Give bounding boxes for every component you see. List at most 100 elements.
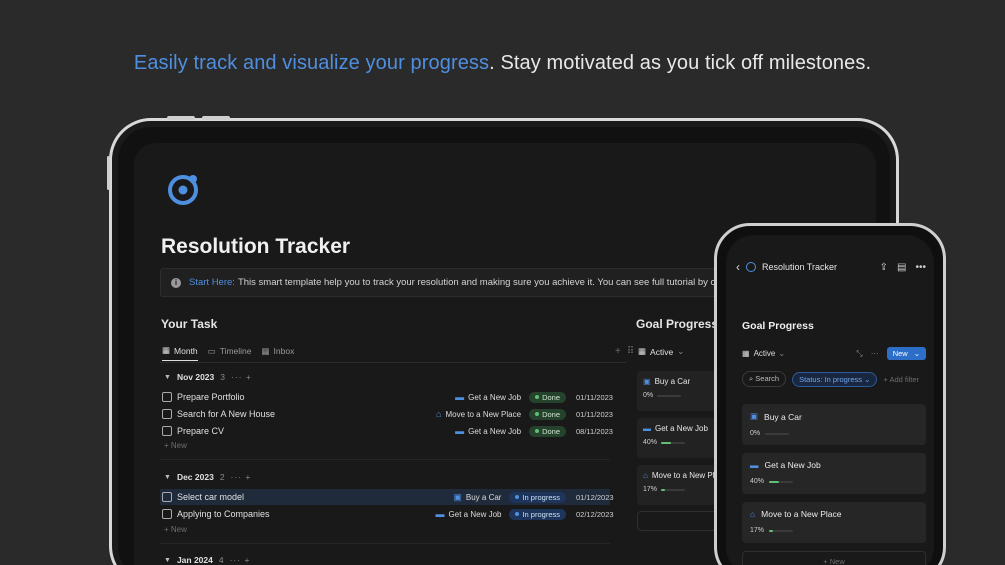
task-date: 02/12/2023 bbox=[576, 509, 614, 519]
goal-name: Get a New Job bbox=[468, 426, 522, 436]
progress-bar bbox=[765, 432, 790, 435]
tab-label: Timeline bbox=[219, 346, 252, 356]
goal-relation[interactable]: ▬ Get a New Job bbox=[436, 509, 502, 519]
tab-month[interactable]: ▦ Month bbox=[162, 345, 198, 361]
task-row[interactable]: Prepare CV ▬ Get a New Job Done 08/11/202… bbox=[160, 423, 613, 439]
phone-device: ‹ Resolution Tracker ⇪ ▤ ••• Goal Progre… bbox=[714, 223, 946, 565]
callout-text: This smart template help you to track yo… bbox=[237, 277, 766, 288]
house-icon: ⌂ bbox=[750, 509, 756, 519]
progress-bar bbox=[769, 529, 794, 532]
progress-bar bbox=[657, 394, 682, 397]
new-goal-button[interactable]: + New bbox=[742, 551, 926, 565]
more-icon[interactable]: ··· + bbox=[230, 555, 251, 565]
collapse-icon[interactable]: ▼ bbox=[164, 557, 171, 564]
headline-rest: . Stay motivated as you tick off milesto… bbox=[489, 52, 872, 74]
group-header-dec-2023[interactable]: ▼ Dec 2023 2 ··· + bbox=[164, 472, 251, 482]
progress-bar bbox=[661, 488, 686, 491]
goal-view-selector[interactable]: ▦ Active ⌄ bbox=[638, 346, 684, 357]
phone-screen: ‹ Resolution Tracker ⇪ ▤ ••• Goal Progre… bbox=[726, 235, 934, 565]
view-toolbar: ▦ Active ⌄ ⤡ ··· New ⌄ bbox=[742, 347, 926, 360]
collapse-icon[interactable]: ▼ bbox=[164, 374, 171, 381]
task-name: Prepare CV bbox=[177, 426, 225, 436]
goal-card[interactable]: ⌂ Move to a New Place 17% bbox=[742, 502, 926, 543]
tab-label: Inbox bbox=[273, 346, 295, 356]
group-header-nov-2023[interactable]: ▼ Nov 2023 3 ··· + bbox=[164, 372, 252, 382]
headline-accent: Easily track and visualize your progress bbox=[133, 52, 490, 74]
status-badge: Done bbox=[529, 391, 566, 403]
task-row[interactable]: Search for A New House ⌂ Move to a New Pl… bbox=[160, 406, 613, 422]
back-icon[interactable]: ‹ bbox=[736, 260, 740, 274]
tab-inbox[interactable]: ▦ Inbox bbox=[262, 345, 295, 361]
status-badge: Done bbox=[529, 408, 566, 420]
add-filter-button[interactable]: + Add filter bbox=[883, 375, 919, 384]
search-chip[interactable]: ⌕ Search bbox=[742, 371, 787, 387]
chevron-down-icon: ⌄ bbox=[677, 346, 685, 356]
comment-icon[interactable]: ▤ bbox=[897, 262, 906, 273]
goal-name: Get a New Job bbox=[468, 392, 522, 402]
start-here-link[interactable]: Start Here: bbox=[189, 277, 235, 288]
filter-bar: ⌕ Search Status: In progress ⌄ + Add fil… bbox=[742, 371, 919, 387]
goal-relation[interactable]: ▣ Buy a Car bbox=[453, 492, 501, 503]
task-row[interactable]: Prepare Portfolio ▬ Get a New Job Done 01… bbox=[160, 389, 613, 405]
drag-handle-icon[interactable]: ⠿ bbox=[627, 346, 634, 357]
task-date: 08/11/2023 bbox=[576, 426, 613, 436]
task-row[interactable]: Select car model ▣ Buy a Car In progress … bbox=[160, 489, 614, 505]
goal-progress-title: Goal Progress bbox=[742, 320, 814, 332]
goal-relation[interactable]: ▬ Get a New Job bbox=[455, 426, 521, 436]
house-icon: ⌂ bbox=[643, 471, 648, 480]
goal-progress-title: Goal Progress bbox=[636, 317, 719, 331]
share-icon[interactable]: ⇪ bbox=[880, 262, 888, 273]
new-button[interactable]: New ⌄ bbox=[886, 347, 926, 360]
headline: Easily track and visualize your progress… bbox=[0, 52, 1005, 75]
status-filter-chip[interactable]: Status: In progress ⌄ bbox=[792, 371, 878, 387]
goal-name: Get a New Job bbox=[448, 509, 502, 519]
goal-card[interactable]: ▬ Get a New Job 40% bbox=[742, 453, 926, 494]
progress-bar bbox=[661, 441, 686, 444]
task-name: Applying to Companies bbox=[177, 509, 270, 519]
status-badge: In progress bbox=[509, 491, 566, 503]
divider bbox=[160, 459, 610, 460]
chevron-down-icon: ⌄ bbox=[913, 349, 920, 358]
new-task-button[interactable]: + New bbox=[164, 441, 187, 450]
more-icon[interactable]: ··· + bbox=[231, 372, 252, 382]
goal-relation[interactable]: ⌂ Move to a New Place bbox=[436, 409, 521, 419]
resolution-logo-icon bbox=[746, 262, 756, 272]
goal-name: Move to a New Place bbox=[445, 409, 522, 419]
edit-icon bbox=[162, 409, 172, 419]
briefcase-icon: ▬ bbox=[435, 509, 445, 519]
group-count: 3 bbox=[220, 372, 226, 382]
car-icon: ▣ bbox=[643, 377, 651, 386]
gallery-icon: ▦ bbox=[742, 349, 750, 358]
edit-icon bbox=[162, 392, 172, 402]
new-task-button[interactable]: + New bbox=[164, 525, 187, 534]
tab-timeline[interactable]: ▭ Timeline bbox=[208, 345, 252, 361]
info-icon: i bbox=[171, 277, 181, 288]
goal-name: Buy a Car bbox=[654, 377, 691, 386]
expand-icon[interactable]: ⤡ bbox=[856, 349, 862, 359]
collapse-icon[interactable]: ▼ bbox=[164, 474, 171, 481]
group-label: Jan 2024 bbox=[176, 555, 213, 565]
task-name: Prepare Portfolio bbox=[177, 392, 245, 402]
goal-progress-text: 40% bbox=[643, 439, 658, 446]
view-selector[interactable]: Active bbox=[754, 349, 776, 358]
briefcase-icon: ▬ bbox=[643, 424, 651, 433]
house-icon: ⌂ bbox=[436, 409, 442, 419]
goal-progress-text: 0% bbox=[750, 430, 761, 437]
more-icon[interactable]: ··· + bbox=[231, 472, 252, 482]
car-icon: ▣ bbox=[453, 491, 462, 502]
add-icon[interactable]: + bbox=[615, 346, 621, 357]
chevron-down-icon: ⌄ bbox=[778, 349, 786, 358]
group-header-jan-2024[interactable]: ▼ Jan 2024 4 ··· + bbox=[164, 555, 250, 565]
task-name: Search for A New House bbox=[177, 409, 276, 419]
calendar-icon: ▦ bbox=[162, 345, 171, 355]
tablet-button bbox=[202, 116, 230, 120]
task-name: Select car model bbox=[177, 492, 245, 502]
goal-card[interactable]: ▣ Buy a Car 0% bbox=[742, 404, 926, 445]
more-icon[interactable]: ••• bbox=[915, 262, 926, 273]
task-row[interactable]: Applying to Companies ▬ Get a New Job In … bbox=[160, 506, 614, 522]
goal-relation[interactable]: ▬ Get a New Job bbox=[455, 392, 521, 402]
view-tools: + ⠿ bbox=[615, 346, 634, 357]
goal-progress-text: 40% bbox=[750, 478, 765, 485]
group-label: Dec 2023 bbox=[176, 472, 214, 482]
more-icon[interactable]: ··· bbox=[871, 349, 879, 358]
